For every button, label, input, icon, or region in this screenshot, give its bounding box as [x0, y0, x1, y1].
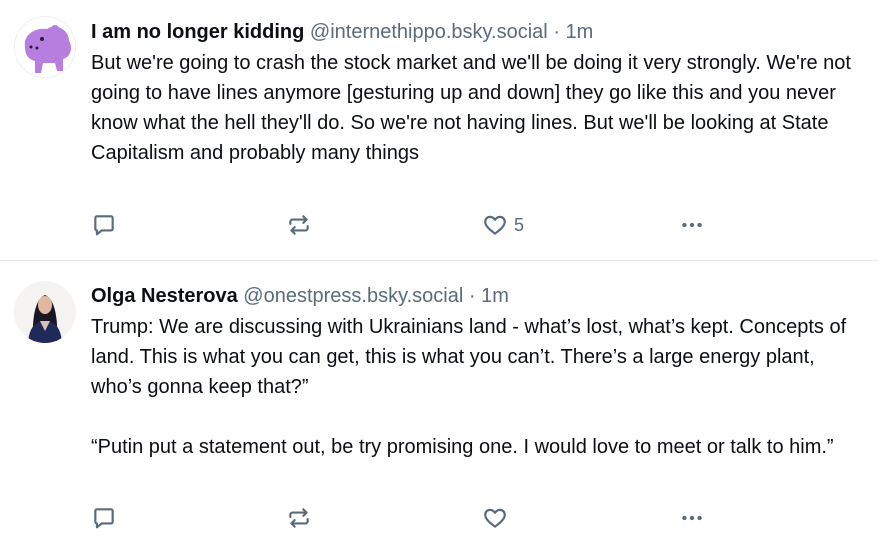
reply-icon — [94, 215, 114, 236]
like-icon — [484, 508, 506, 528]
author-name[interactable]: Olga Nesterova — [91, 285, 238, 307]
repost-icon — [289, 508, 309, 528]
feed: I am no longer kidding @internethippo.bs… — [0, 0, 878, 537]
reply-button[interactable] — [91, 210, 117, 240]
avatar[interactable] — [14, 281, 76, 343]
hippo-avatar-image — [15, 17, 75, 77]
post-body: I am no longer kidding @internethippo.bs… — [91, 19, 864, 168]
reply-icon — [94, 508, 114, 529]
post-text: Trump: We are discussing with Ukrainians… — [91, 316, 847, 458]
more-icon — [682, 222, 702, 228]
repost-button[interactable] — [286, 503, 312, 533]
post-actions — [91, 503, 864, 533]
avatar[interactable] — [14, 16, 76, 78]
post-header: I am no longer kidding @internethippo.bs… — [91, 19, 864, 45]
more-options-button[interactable] — [679, 210, 705, 240]
post[interactable]: I am no longer kidding @internethippo.bs… — [0, 0, 878, 261]
like-icon — [484, 215, 506, 235]
author-name[interactable]: I am no longer kidding — [91, 21, 304, 43]
post-text: But we're going to crash the stock marke… — [91, 52, 857, 164]
post-actions: 5 — [91, 210, 864, 240]
like-button[interactable] — [482, 503, 514, 533]
more-icon — [682, 515, 702, 521]
post[interactable]: Olga Nesterova @onestpress.bsky.social ·… — [0, 261, 878, 537]
olga-avatar-image — [14, 281, 76, 343]
more-options-button[interactable] — [679, 503, 705, 533]
separator-dot: · — [553, 21, 560, 43]
separator-dot: · — [468, 285, 476, 307]
like-count: 5 — [514, 214, 525, 235]
like-button[interactable]: 5 — [482, 210, 524, 240]
post-header: Olga Nesterova @onestpress.bsky.social ·… — [91, 283, 864, 309]
post-body: Olga Nesterova @onestpress.bsky.social ·… — [91, 283, 864, 462]
repost-icon — [289, 215, 309, 235]
post-time[interactable]: 1m — [566, 21, 594, 43]
reply-button[interactable] — [91, 503, 117, 533]
post-time[interactable]: 1m — [481, 285, 509, 307]
author-handle[interactable]: @internethippo.bsky.social — [310, 21, 548, 43]
repost-button[interactable] — [286, 210, 312, 240]
author-handle[interactable]: @onestpress.bsky.social — [243, 285, 463, 307]
